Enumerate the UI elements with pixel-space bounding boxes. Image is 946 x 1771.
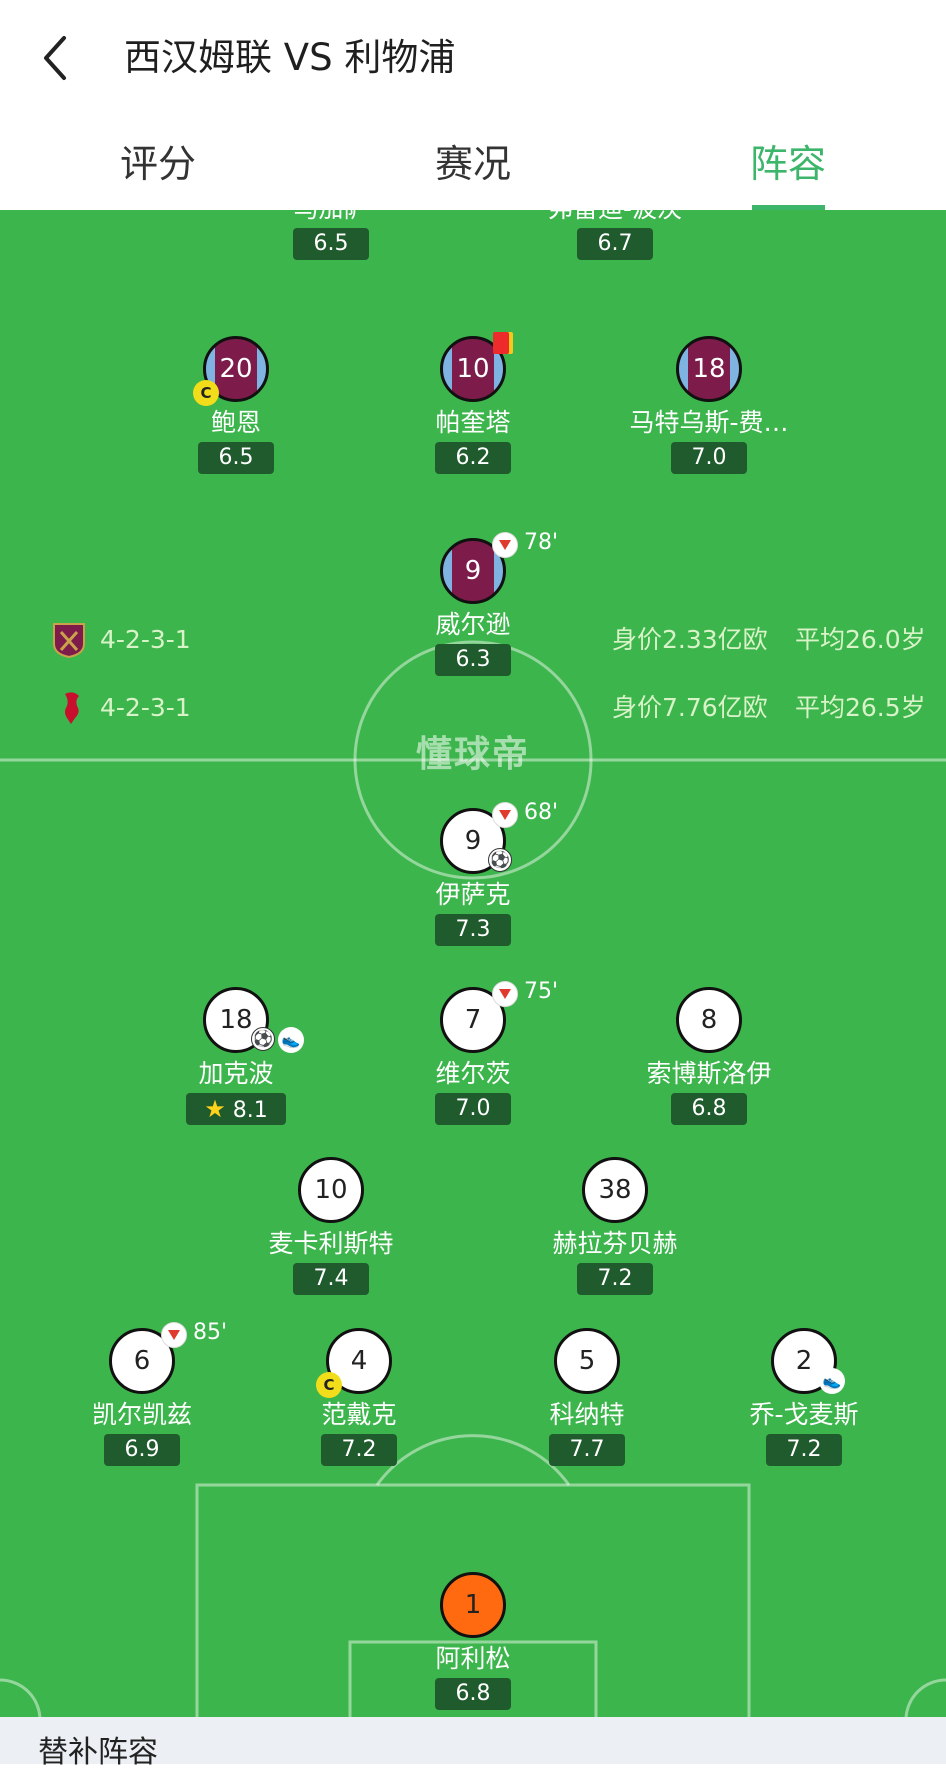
player-rating: 6.5 <box>198 442 274 474</box>
player-name: 乔-戈麦斯 <box>749 1400 859 1429</box>
sub-time: 85' <box>193 1320 228 1345</box>
player-number: 10 <box>298 1157 364 1223</box>
pitch: 懂球帝 马加萨 6.5 弗雷迪-波茨 6.7 20 C 鲍恩 6.5 10 帕奎… <box>0 210 946 1717</box>
player-away-gomez[interactable]: 2 👟 乔-戈麦斯 7.2 <box>714 1328 894 1488</box>
player-name: 马加萨 <box>241 210 421 224</box>
player-name: 索博斯洛伊 <box>646 1059 772 1088</box>
boot-icon: 👟 <box>278 1027 304 1053</box>
player-rating: 6.9 <box>104 1434 180 1466</box>
player-away-isak[interactable]: 9 68' ⚽ 伊萨克 7.3 <box>383 800 563 968</box>
captain-badge-icon: C <box>316 1372 342 1398</box>
substitution-off-icon <box>492 532 518 558</box>
substitution-off-icon <box>492 981 518 1007</box>
substitution-off-icon <box>161 1322 187 1348</box>
sub-time: 68' <box>524 800 559 825</box>
away-average-age: 平均26.5岁 <box>795 693 926 722</box>
player-rating: 6.2 <box>435 442 511 474</box>
player-name: 阿利松 <box>435 1644 511 1673</box>
player-away-mac-allister[interactable]: 10 麦卡利斯特 7.4 <box>241 1157 421 1317</box>
player-number: 5 <box>554 1328 620 1394</box>
substitutes-section: 替补阵容 <box>0 1717 946 1770</box>
player-home-magassa[interactable]: 马加萨 6.5 <box>241 210 421 282</box>
player-home-paqueta[interactable]: 10 帕奎塔 6.2 <box>383 332 563 496</box>
player-rating: 6.3 <box>435 644 511 676</box>
player-name: 维尔茨 <box>435 1059 511 1088</box>
home-formation: 4-2-3-1 <box>100 625 191 654</box>
chevron-left-icon <box>44 36 66 80</box>
player-number: 18 <box>676 336 742 402</box>
player-name: 威尔逊 <box>435 610 511 639</box>
player-rating: 6.8 <box>671 1093 747 1125</box>
player-name: 鲍恩 <box>210 408 261 437</box>
player-name: 赫拉芬贝赫 <box>552 1229 678 1258</box>
player-away-konate[interactable]: 5 科纳特 7.7 <box>497 1328 677 1488</box>
rating-value: 8.1 <box>232 1098 268 1123</box>
away-formation: 4-2-3-1 <box>100 693 191 722</box>
football-icon: ⚽ <box>488 848 512 872</box>
player-home-bowen[interactable]: 20 C 鲍恩 6.5 <box>146 336 326 496</box>
player-number: 38 <box>582 1157 648 1223</box>
player-rating: 7.4 <box>293 1263 369 1295</box>
captain-badge-icon: C <box>193 380 219 406</box>
back-button[interactable] <box>36 28 80 88</box>
substitution-off-icon <box>492 802 518 828</box>
player-away-szoboszlai[interactable]: 8 索博斯洛伊 6.8 <box>619 987 799 1147</box>
player-name: 伊萨克 <box>435 880 511 909</box>
watermark-text: 懂球帝 <box>415 734 531 775</box>
player-rating: 7.2 <box>766 1434 842 1466</box>
player-name: 范戴克 <box>321 1400 397 1429</box>
player-away-alisson[interactable]: 1 阿利松 6.8 <box>383 1572 563 1717</box>
player-rating: 6.7 <box>577 228 653 260</box>
player-name: 凯尔凯兹 <box>91 1400 192 1429</box>
player-away-gakpo[interactable]: 18 ⚽ 👟 加克波 ★ 8.1 <box>146 987 326 1147</box>
substitutes-title: 替补阵容 <box>38 1735 158 1770</box>
player-rating: 6.8 <box>435 1678 511 1710</box>
home-market-value: 身价2.33亿欧 <box>612 625 768 654</box>
player-rating: 7.7 <box>549 1434 625 1466</box>
player-rating: 7.2 <box>577 1263 653 1295</box>
sub-time: 75' <box>524 979 559 1004</box>
player-name: 弗雷迪-波茨 <box>525 210 705 224</box>
player-name: 加克波 <box>198 1059 274 1088</box>
tab-ratings[interactable]: 评分 <box>120 134 196 194</box>
player-rating: 6.5 <box>293 228 369 260</box>
tab-lineup[interactable]: 阵容 <box>750 134 826 194</box>
liverpool-crest-icon <box>65 692 79 724</box>
player-name: 帕奎塔 <box>435 408 511 437</box>
west-ham-crest-icon <box>53 623 85 658</box>
player-name: 科纳特 <box>549 1400 625 1429</box>
player-number: 1 <box>440 1572 506 1638</box>
away-market-value: 身价7.76亿欧 <box>612 693 768 722</box>
player-number: 8 <box>676 987 742 1053</box>
player-away-kerkez[interactable]: 6 85' 凯尔凯兹 6.9 <box>52 1320 232 1488</box>
home-average-age: 平均26.0岁 <box>795 625 926 654</box>
player-rating: ★ 8.1 <box>186 1093 286 1125</box>
player-away-gravenberch[interactable]: 38 赫拉芬贝赫 7.2 <box>525 1157 705 1317</box>
player-away-van-dijk[interactable]: 4 C 范戴克 7.2 <box>269 1328 449 1488</box>
match-title: 西汉姆联 VS 利物浦 <box>124 36 456 79</box>
player-home-potts[interactable]: 弗雷迪-波茨 6.7 <box>525 210 705 282</box>
red-card-icon <box>493 332 509 354</box>
player-rating: 7.0 <box>671 442 747 474</box>
player-home-wilson[interactable]: 9 78' 威尔逊 6.3 <box>383 530 563 698</box>
sub-time: 78' <box>524 530 559 555</box>
player-home-matheus[interactable]: 18 马特乌斯-费… 7.0 <box>619 336 799 496</box>
player-rating: 7.0 <box>435 1093 511 1125</box>
tab-match-events[interactable]: 赛况 <box>435 134 511 194</box>
player-name: 麦卡利斯特 <box>268 1229 394 1258</box>
star-icon: ★ <box>204 1095 226 1123</box>
top-bar: 西汉姆联 VS 利物浦 评分 赛况 阵容 <box>0 0 946 210</box>
player-rating: 7.3 <box>435 914 511 946</box>
player-away-wirtz[interactable]: 7 75' 维尔茨 7.0 <box>383 979 563 1147</box>
boot-icon: 👟 <box>819 1368 845 1394</box>
football-icon: ⚽ <box>251 1027 275 1051</box>
player-name: 马特乌斯-费… <box>629 408 789 437</box>
player-rating: 7.2 <box>321 1434 397 1466</box>
